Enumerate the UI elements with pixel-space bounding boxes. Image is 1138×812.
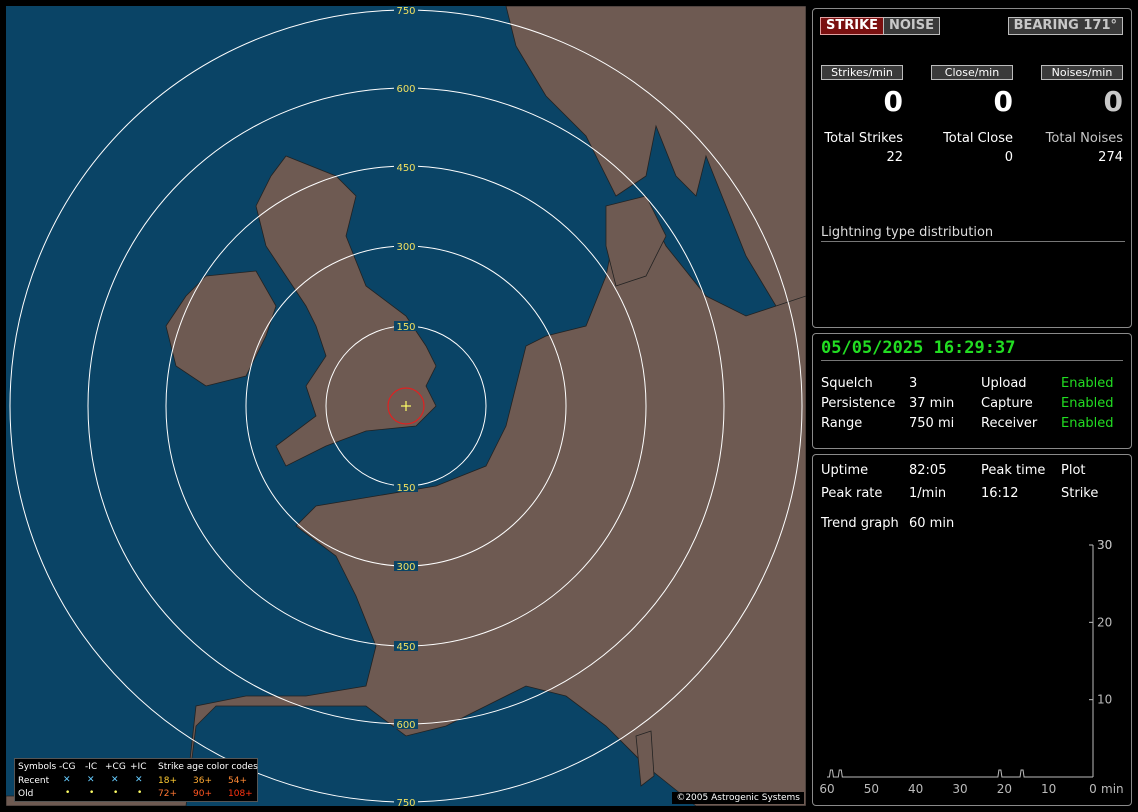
trend-x-tick-label: 0: [1089, 782, 1097, 796]
dot-icon: •: [89, 788, 95, 798]
legend-old-age-2: 90+: [193, 789, 212, 799]
uptime-value: 82:05: [909, 463, 947, 478]
trend-x-tick-label: 30: [952, 782, 967, 796]
trend-graph-label: Trend graph: [821, 516, 899, 531]
uptime-label: Uptime: [821, 463, 869, 478]
cross-icon: ✕: [135, 775, 143, 785]
ring-label-300-top: 300: [396, 242, 415, 253]
peak-rate-label: Peak rate: [821, 486, 883, 501]
legend-old-age-3: 108+: [228, 789, 253, 799]
legend-recent-age-3: 54+: [228, 776, 247, 786]
legend-old-age-1: 72+: [158, 789, 177, 799]
noises-per-min-label: Noises/min: [1041, 65, 1123, 80]
bearing-indicator: BEARING 171°: [1007, 17, 1123, 35]
persistence-value: 37 min: [909, 396, 955, 411]
trend-x-tick-label: 10: [1041, 782, 1056, 796]
trend-line: [827, 769, 1093, 778]
lightning-distribution-title: Lightning type distribution: [821, 225, 1125, 242]
trend-x-tick-label: 60: [819, 782, 834, 796]
total-noises-label: Total Noises: [1045, 131, 1123, 146]
datetime-display: 05/05/2025 16:29:37: [821, 338, 1123, 361]
peak-rate-value: 1/min: [909, 486, 947, 501]
legend-type-pos-cg: +CG: [105, 762, 126, 772]
ring-label-600-bottom: 600: [396, 720, 415, 731]
trend-panel: Uptime 82:05 Peak time Plot Peak rate 1/…: [812, 454, 1132, 806]
dot-icon: •: [65, 788, 71, 798]
ring-label-300-bottom: 300: [396, 562, 415, 573]
squelch-value: 3: [909, 376, 918, 391]
ring-label-750-bottom: 750: [396, 798, 415, 806]
peak-time-value: 16:12: [981, 486, 1019, 501]
total-close-value: 0: [1004, 150, 1013, 165]
dot-icon: •: [113, 788, 119, 798]
trend-y-tick-label: 10: [1097, 693, 1112, 707]
total-strikes-value: 22: [886, 150, 903, 165]
receiver-label: Receiver: [981, 416, 1038, 431]
capture-label: Capture: [981, 396, 1033, 411]
capture-status: Enabled: [1061, 396, 1114, 411]
settings-panel: 05/05/2025 16:29:37 Squelch 3 Upload Ena…: [812, 333, 1132, 449]
plot-value: Strike: [1061, 486, 1099, 501]
ring-label-150-top: 150: [396, 322, 415, 333]
range-value: 750 mi: [909, 416, 955, 431]
dot-icon: •: [137, 788, 143, 798]
trend-x-tick-label: 20: [997, 782, 1012, 796]
persistence-label: Persistence: [821, 396, 896, 411]
legend-symbols-label: Symbols: [18, 762, 57, 772]
ring-label-450-bottom: 450: [396, 642, 415, 653]
strikes-per-min-value: 0: [883, 85, 903, 118]
noises-per-min-value: 0: [1103, 85, 1123, 118]
trend-graph-value: 60 min: [909, 516, 955, 531]
cross-icon: ✕: [111, 775, 119, 785]
close-per-min-label: Close/min: [931, 65, 1013, 80]
noise-indicator: NOISE: [883, 17, 941, 35]
strike-map[interactable]: 150 300 450 600 750 150 300 450 600 750: [6, 6, 806, 806]
legend-recent-age-2: 36+: [193, 776, 212, 786]
peak-time-label: Peak time: [981, 463, 1046, 478]
legend-recent-age-1: 18+: [158, 776, 177, 786]
plot-label: Plot: [1061, 463, 1086, 478]
total-noises-value: 274: [1098, 150, 1123, 165]
legend-type-neg-cg: -CG: [59, 762, 76, 772]
strike-indicator: STRIKE: [820, 17, 885, 35]
total-close-label: Total Close: [943, 131, 1013, 146]
range-label: Range: [821, 416, 863, 431]
upload-status: Enabled: [1061, 376, 1114, 391]
close-per-min-value: 0: [993, 85, 1013, 118]
ring-label-450-top: 450: [396, 163, 415, 174]
legend-type-pos-ic: +IC: [130, 762, 147, 772]
legend-recent-label: Recent: [18, 776, 50, 786]
ring-label-600-top: 600: [396, 84, 415, 95]
trend-graph: 1020303060 50 40 30 20 10 0 min: [819, 538, 1124, 796]
strikes-per-min-label: Strikes/min: [821, 65, 903, 80]
trend-y-tick-label: 20: [1097, 615, 1112, 629]
squelch-label: Squelch: [821, 376, 873, 391]
ring-label-150-bottom: 150: [396, 483, 415, 494]
trend-y-tick-label: 30: [1097, 538, 1112, 552]
ring-label-750-top: 750: [396, 6, 415, 17]
legend-old-label: Old: [18, 789, 34, 799]
legend-age-label: Strike age color codes: [158, 762, 258, 772]
trend-x-tick-label: 50: [864, 782, 879, 796]
trend-x-tick-label: 40: [908, 782, 923, 796]
cross-icon: ✕: [87, 775, 95, 785]
map-legend: Symbols -CG -IC +CG +IC Strike age color…: [14, 758, 258, 802]
receiver-status: Enabled: [1061, 416, 1114, 431]
cross-icon: ✕: [63, 775, 71, 785]
map-canvas: 150 300 450 600 750 150 300 450 600 750: [6, 6, 806, 806]
legend-type-neg-ic: -IC: [85, 762, 98, 772]
total-strikes-label: Total Strikes: [824, 131, 903, 146]
rates-panel: STRIKE NOISE BEARING 171° Strikes/min Cl…: [812, 8, 1132, 328]
copyright-notice: ©2005 Astrogenic Systems: [672, 792, 804, 804]
trend-x-unit: min: [1101, 782, 1124, 796]
upload-label: Upload: [981, 376, 1027, 391]
